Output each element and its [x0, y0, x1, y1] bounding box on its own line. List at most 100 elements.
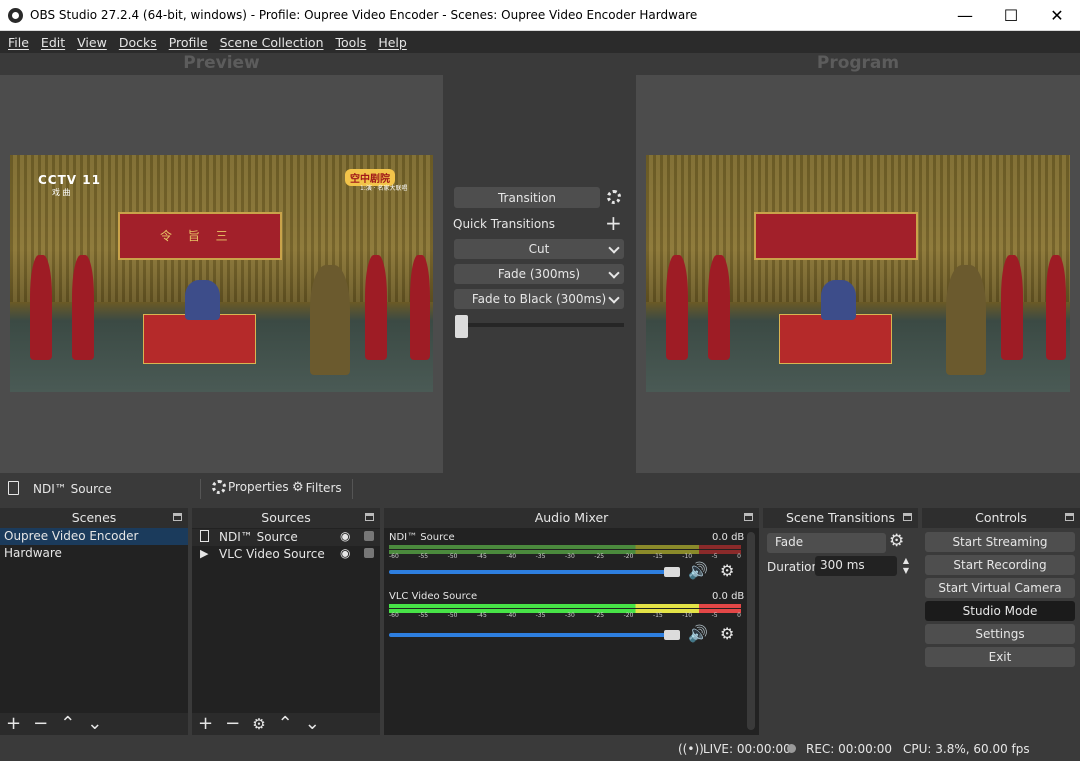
quick-transition-cut[interactable]: Cut: [454, 239, 624, 259]
source-name: VLC Video Source: [219, 547, 325, 561]
gear-icon[interactable]: ⚙: [720, 561, 734, 580]
volume-slider[interactable]: [389, 570, 674, 574]
tbar-track[interactable]: [461, 323, 624, 327]
meter-tick: -10: [682, 553, 693, 560]
add-quick-transition-icon[interactable]: +: [605, 213, 622, 233]
start-recording-button[interactable]: Start Recording: [925, 555, 1075, 575]
filters-label: Filters: [305, 480, 342, 495]
menu-edit[interactable]: Edit: [35, 35, 71, 50]
scene-item[interactable]: Oupree Video Encoder Hardware: [0, 528, 188, 560]
minimize-button[interactable]: —: [942, 0, 988, 31]
canopy-text: 令 旨 三: [160, 229, 234, 243]
status-bar: ((•)) LIVE: 00:00:00 REC: 00:00:00 CPU: …: [0, 737, 1080, 761]
speaker-icon[interactable]: 🔊: [688, 561, 708, 580]
undock-icon[interactable]: [744, 513, 753, 521]
undock-icon[interactable]: [365, 513, 374, 521]
program-banner-sub: 1:演 · 名家大联唱: [360, 185, 408, 192]
mixer-body: NDI™ Source 0.0 dB -60 -55 -50 -45 -40 -35 -30…: [384, 528, 759, 735]
meter-tick: -5: [711, 553, 718, 560]
program-label: Program: [816, 53, 900, 73]
menu-tools[interactable]: Tools: [330, 35, 373, 50]
add-icon[interactable]: +: [198, 715, 213, 733]
chevron-down-icon[interactable]: [608, 292, 620, 304]
settings-button[interactable]: Settings: [925, 624, 1075, 644]
source-row[interactable]: NDI™ Source ◉: [192, 529, 380, 546]
quick-transition-fade-black[interactable]: Fade to Black (300ms): [454, 289, 624, 309]
transition-button[interactable]: Transition: [454, 187, 600, 208]
maximize-button[interactable]: ☐: [988, 0, 1034, 31]
gear-icon[interactable]: ⚙: [889, 531, 904, 551]
sources-toolbar: + − ⚙ ⌃ ⌄: [192, 713, 380, 735]
studio-mode-button[interactable]: Studio Mode: [925, 601, 1075, 621]
tbar-handle[interactable]: [455, 315, 468, 338]
meter-tick: -40: [506, 553, 517, 560]
meter-tick: -20: [623, 612, 634, 619]
controls-dock: Controls Start Streaming Start Recording…: [922, 508, 1080, 735]
gear-icon[interactable]: ⚙: [252, 715, 265, 733]
undock-icon[interactable]: [1065, 513, 1074, 521]
menu-help[interactable]: Help: [372, 35, 413, 50]
eye-icon[interactable]: ◉: [340, 529, 350, 543]
program-canvas[interactable]: [636, 75, 1080, 473]
move-up-icon[interactable]: ⌃: [278, 715, 293, 733]
source-name: NDI™ Source: [219, 530, 298, 544]
start-virtual-camera-button[interactable]: Start Virtual Camera: [925, 578, 1075, 598]
quick-transition-fade-label: Fade (300ms): [497, 267, 581, 281]
gear-icon[interactable]: ⚙: [720, 624, 734, 643]
transition-select[interactable]: Fade: [767, 533, 886, 553]
scrollbar[interactable]: [747, 532, 755, 730]
channel-name: VLC Video Source: [389, 591, 478, 602]
meter-tick: -25: [594, 553, 605, 560]
lock-icon[interactable]: [364, 531, 374, 541]
scenes-title: Scenes: [0, 508, 188, 528]
scene-transitions-dock: Scene Transitions Fade ⚙ Duration 300 ms…: [763, 508, 918, 735]
move-up-icon[interactable]: ⌃: [60, 715, 75, 733]
move-down-icon[interactable]: ⌄: [305, 715, 320, 733]
duration-stepper[interactable]: ▲ ▼: [899, 556, 913, 576]
exit-button[interactable]: Exit: [925, 647, 1075, 667]
volume-slider-handle[interactable]: [664, 567, 680, 577]
close-button[interactable]: ✕: [1034, 0, 1080, 31]
menu-view[interactable]: View: [71, 35, 113, 50]
eye-icon[interactable]: ◉: [340, 546, 350, 560]
lock-icon[interactable]: [364, 548, 374, 558]
filters-button[interactable]: ⚙ Filters: [292, 480, 342, 495]
sources-title: Sources: [192, 508, 380, 528]
menu-scene-collection[interactable]: Scene Collection: [214, 35, 330, 50]
undock-icon[interactable]: [173, 513, 182, 521]
properties-button[interactable]: Properties: [212, 480, 289, 494]
start-streaming-button[interactable]: Start Streaming: [925, 532, 1075, 552]
volume-meter: [389, 545, 741, 549]
menu-docks[interactable]: Docks: [113, 35, 163, 50]
quick-transition-fade[interactable]: Fade (300ms): [454, 264, 624, 284]
remove-icon[interactable]: −: [225, 715, 240, 733]
live-icon: ((•)): [678, 742, 704, 756]
chevron-down-icon[interactable]: [608, 267, 620, 279]
transition-gear-icon[interactable]: [606, 189, 622, 205]
channel-name: NDI™ Source: [389, 532, 455, 543]
channel-db: 0.0 dB: [712, 532, 745, 543]
volume-slider-handle[interactable]: [664, 630, 680, 640]
meter-tick: -5: [711, 612, 718, 619]
menu-file[interactable]: File: [2, 35, 35, 50]
move-down-icon[interactable]: ⌄: [87, 715, 102, 733]
file-icon: [8, 481, 19, 495]
meter-tick: -10: [682, 612, 693, 619]
duration-input[interactable]: 300 ms: [815, 556, 897, 576]
undock-icon[interactable]: [903, 513, 912, 521]
meter-ticks: -60 -55 -50 -45 -40 -35 -30 -25 -20 -15 -10 -5 0: [389, 612, 741, 619]
chevron-down-icon[interactable]: [608, 242, 620, 254]
menu-profile[interactable]: Profile: [163, 35, 214, 50]
quick-transition-fade-black-label: Fade to Black (300ms): [471, 292, 607, 306]
preview-video: 令 旨 三 CCTV 11 戏 曲 空中剧院 1:演 · 名家大联唱: [10, 155, 433, 392]
add-icon[interactable]: +: [6, 715, 21, 733]
speaker-icon[interactable]: 🔊: [688, 624, 708, 643]
channel-logo: CCTV 11: [38, 173, 101, 187]
source-toolbar: NDI™ Source Properties ⚙ Filters: [0, 476, 1080, 502]
preview-canvas[interactable]: 令 旨 三 CCTV 11 戏 曲 空中剧院 1:演 · 名家大联唱: [0, 75, 443, 473]
remove-icon[interactable]: −: [33, 715, 48, 733]
source-row[interactable]: ▶ VLC Video Source ◉: [192, 546, 380, 563]
meter-tick: -50: [447, 612, 458, 619]
volume-slider[interactable]: [389, 633, 674, 637]
controls-title: Controls: [922, 508, 1080, 528]
